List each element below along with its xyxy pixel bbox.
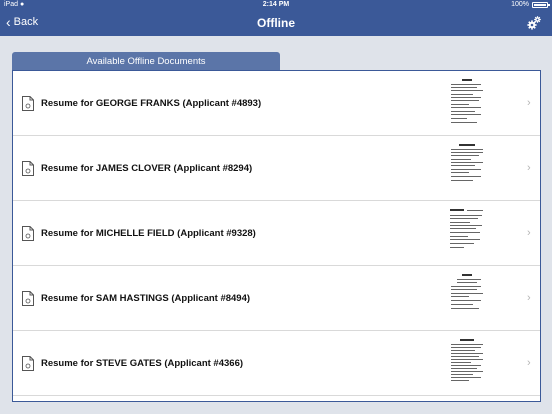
settings-gears-icon[interactable] (526, 15, 542, 31)
page-title: Offline (257, 16, 295, 30)
document-row[interactable]: Resume for GEORGE FRANKS (Applicant #489… (13, 71, 540, 136)
document-row[interactable]: Resume for JAMES CLOVER (Applicant #8294… (13, 136, 540, 201)
document-title: Resume for STEVE GATES (Applicant #4366) (41, 357, 244, 369)
document-thumbnail (447, 336, 487, 388)
document-icon (22, 225, 34, 241)
document-icon (22, 95, 34, 111)
document-icon (22, 355, 34, 371)
document-icon (22, 160, 34, 176)
chevron-right-icon: › (527, 292, 531, 304)
chevron-right-icon: › (527, 162, 531, 174)
document-row[interactable]: Resume for MICHELLE FIELD (Applicant #93… (13, 201, 540, 266)
battery-indicator: 100% (511, 0, 550, 10)
document-list: Resume for GEORGE FRANKS (Applicant #489… (12, 70, 541, 402)
back-button-label: Back (13, 16, 39, 28)
document-thumbnail (447, 271, 487, 323)
document-row[interactable]: Resume for STEVE GATES (Applicant #4366)… (13, 331, 540, 396)
document-title: Resume for SAM HASTINGS (Applicant #8494… (41, 292, 251, 304)
back-button[interactable]: ‹ Back (6, 15, 38, 29)
status-time: 2:14 PM (262, 1, 290, 8)
tab-available-offline-documents[interactable]: Available Offline Documents (12, 52, 280, 71)
navigation-bar: ‹ Back Offline (0, 10, 552, 36)
document-title: Resume for JAMES CLOVER (Applicant #8294… (41, 162, 253, 174)
chevron-right-icon: › (527, 357, 531, 369)
document-title: Resume for GEORGE FRANKS (Applicant #489… (41, 97, 262, 109)
chevron-right-icon: › (527, 97, 531, 109)
battery-percent: 100% (511, 1, 529, 8)
document-row[interactable]: Resume for SAM HASTINGS (Applicant #8494… (13, 266, 540, 331)
status-bar: iPad ● 2:14 PM 100% (0, 0, 552, 10)
document-thumbnail (447, 76, 487, 128)
document-thumbnail (447, 206, 487, 258)
document-thumbnail (447, 141, 487, 193)
battery-icon (532, 2, 550, 8)
chevron-right-icon: › (527, 227, 531, 239)
document-icon (22, 290, 34, 306)
chevron-left-icon: ‹ (6, 14, 11, 30)
document-title: Resume for MICHELLE FIELD (Applicant #93… (41, 227, 256, 239)
